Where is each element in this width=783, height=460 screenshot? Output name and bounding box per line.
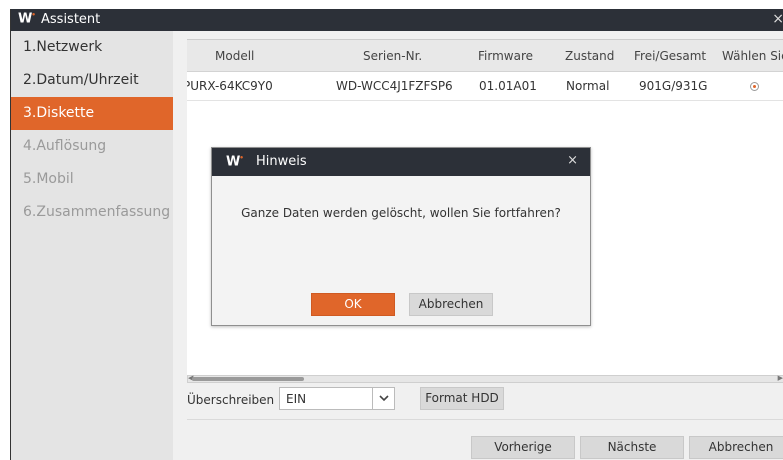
window-titlebar: W• Assistent × xyxy=(11,9,783,31)
column-header-zustand: Zustand xyxy=(565,49,615,63)
cell-serial: WD-WCC4J1FZFSP6 xyxy=(336,79,453,93)
overwrite-select[interactable]: EIN xyxy=(279,387,395,410)
sidebar-item-mobil: 5.Mobil xyxy=(23,171,74,187)
dialog-cancel-button[interactable]: Abbrechen xyxy=(409,293,493,316)
column-header-frei-gesamt: Frei/Gesamt xyxy=(634,49,707,63)
column-header-firmware: Firmware xyxy=(478,49,533,63)
dialog-close-icon[interactable]: × xyxy=(567,153,578,168)
brand-logo-icon: W• xyxy=(18,11,36,27)
sidebar-item-diskette[interactable]: 3.Diskette xyxy=(11,97,173,130)
cell-firmware: 01.01A01 xyxy=(479,79,537,93)
table-row[interactable]: PURX-64KC9Y0 WD-WCC4J1FZFSP6 01.01A01 No… xyxy=(187,73,783,101)
confirm-dialog: W• Hinweis × Ganze Daten werden gelöscht… xyxy=(211,147,591,326)
overwrite-label: Überschreiben xyxy=(187,393,275,407)
table-header: Modell Serien-Nr. Firmware Zustand Frei/… xyxy=(187,40,783,72)
window-close-icon[interactable]: × xyxy=(772,11,783,27)
brand-logo-icon: W• xyxy=(226,154,244,170)
wizard-sidebar: 1.Netzwerk 2.Datum/Uhrzeit 3.Diskette 4.… xyxy=(11,31,173,460)
scrollbar-thumb[interactable] xyxy=(192,377,304,381)
sidebar-item-datum-uhrzeit[interactable]: 2.Datum/Uhrzeit xyxy=(11,64,173,97)
window-title: Assistent xyxy=(41,12,101,27)
column-header-serien-nr: Serien-Nr. xyxy=(363,49,423,63)
horizontal-scrollbar[interactable]: ◀ ▶ xyxy=(187,374,783,383)
cell-capacity: 901G/931G xyxy=(639,79,708,93)
divider xyxy=(187,419,783,420)
next-button[interactable]: Nächste xyxy=(580,436,684,459)
column-header-waehlen-sie: Wählen Sie xyxy=(722,49,783,63)
scroll-right-icon[interactable]: ▶ xyxy=(778,374,783,382)
chevron-down-icon[interactable] xyxy=(372,388,394,409)
column-header-modell: Modell xyxy=(215,49,255,63)
dialog-title: Hinweis xyxy=(256,154,307,169)
dialog-ok-button[interactable]: OK xyxy=(311,293,395,316)
overwrite-value: EIN xyxy=(286,392,307,406)
sidebar-item-netzwerk[interactable]: 1.Netzwerk xyxy=(11,31,173,64)
sidebar-item-aufloesung: 4.Auflösung xyxy=(23,138,107,154)
cell-model: PURX-64KC9Y0 xyxy=(187,79,273,93)
sidebar-item-zusammenfassung: 6.Zusammenfassung xyxy=(23,204,171,220)
cell-status: Normal xyxy=(566,79,610,93)
radio-selected-icon[interactable] xyxy=(750,82,759,91)
previous-button[interactable]: Vorherige xyxy=(471,436,575,459)
dialog-message: Ganze Daten werden gelöscht, wollen Sie … xyxy=(241,206,561,220)
format-hdd-button[interactable]: Format HDD xyxy=(420,387,504,410)
cancel-button[interactable]: Abbrechen xyxy=(689,436,783,459)
dialog-titlebar: W• Hinweis × xyxy=(212,148,590,176)
